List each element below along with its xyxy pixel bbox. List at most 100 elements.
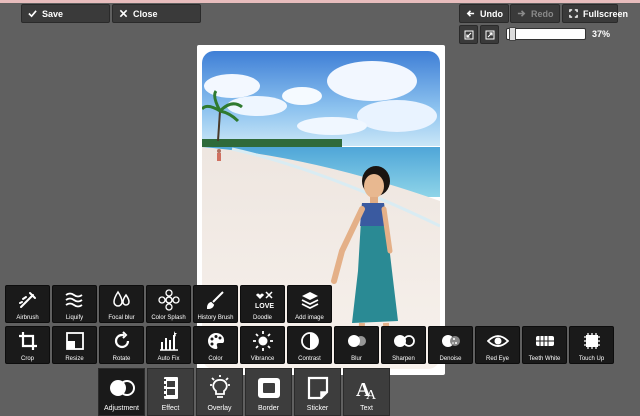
crop-icon	[17, 330, 39, 352]
tool-label: Focal blur	[108, 315, 135, 321]
category-adjustment[interactable]: Adjustment	[98, 368, 145, 416]
category-label: Border	[257, 405, 279, 412]
tool-color-splash[interactable]: Color Splash	[146, 285, 191, 323]
tool-label: Resize	[65, 356, 84, 362]
tool-touch-up[interactable]: Touch Up	[569, 326, 614, 364]
category-overlay[interactable]: Overlay	[196, 368, 243, 416]
fullscreen-button-label: Fullscreen	[583, 8, 629, 19]
sticker-icon	[304, 374, 332, 402]
undo-button-label: Undo	[480, 8, 503, 19]
adjustment-icon	[108, 374, 136, 402]
contrast-icon	[299, 330, 321, 352]
expand-icon	[485, 30, 494, 39]
zoom-slider[interactable]: 37%	[504, 25, 618, 43]
tool-label: Teeth White	[528, 356, 561, 362]
tool-label: Sharpen	[392, 356, 415, 362]
redo-button[interactable]: Redo	[510, 4, 560, 23]
arrow-right-icon	[517, 10, 526, 17]
save-button-label: Save	[42, 8, 64, 19]
category-label: Text	[360, 405, 373, 412]
tool-label: Doodle	[252, 315, 272, 321]
tool-teeth[interactable]: Teeth White	[522, 326, 567, 364]
zoom-track[interactable]	[506, 27, 586, 41]
tool-label: Auto Fix	[157, 356, 180, 362]
category-label: Overlay	[207, 405, 232, 412]
text-icon: AA	[353, 374, 381, 402]
tool-label: Crop	[20, 356, 34, 362]
top-accent-line	[0, 0, 640, 3]
tool-label: Touch Up	[578, 356, 605, 362]
rotate-icon	[111, 330, 133, 352]
vibrance-icon	[252, 330, 274, 352]
tool-label: Red Eye	[485, 356, 509, 362]
tool-doodle[interactable]: LOVE Doodle	[240, 285, 285, 323]
tool-history-brush[interactable]: History Brush	[193, 285, 238, 323]
tool-label: Blur	[351, 356, 362, 362]
tool-add-image[interactable]: Add image	[287, 285, 332, 323]
close-icon	[119, 9, 128, 18]
tool-label: Airbrush	[16, 315, 39, 321]
eye-icon	[486, 330, 509, 352]
blur-icon	[346, 330, 368, 352]
category-effect[interactable]: Effect	[147, 368, 194, 416]
zoom-actual-button[interactable]	[480, 25, 499, 44]
tool-airbrush[interactable]: Airbrush	[5, 285, 50, 323]
tool-focal-blur[interactable]: Focal blur	[99, 285, 144, 323]
add-image-icon	[299, 289, 321, 311]
tool-crop[interactable]: Crop	[5, 326, 50, 364]
svg-text:LOVE: LOVE	[255, 303, 274, 310]
fullscreen-button[interactable]: Fullscreen	[562, 4, 628, 23]
checkmark-icon	[28, 10, 37, 18]
auto-fix-icon	[158, 330, 180, 352]
focal-blur-icon	[111, 289, 133, 311]
history-brush-icon	[205, 289, 227, 311]
airbrush-icon	[17, 289, 39, 311]
zoom-fit-button[interactable]	[459, 25, 478, 44]
category-text[interactable]: A A Text	[343, 368, 390, 416]
category-label: Adjustment	[103, 405, 140, 412]
close-button[interactable]: Close	[112, 4, 201, 23]
tool-label: Rotate	[112, 356, 131, 362]
doodle-icon: LOVE	[252, 289, 274, 311]
category-label: Effect	[161, 405, 180, 412]
tool-palette[interactable]: Color	[193, 326, 238, 364]
lightbulb-icon	[206, 374, 234, 402]
tool-label: Color Splash	[151, 315, 186, 321]
resize-icon	[64, 330, 86, 352]
tool-label: Contrast	[298, 356, 321, 362]
denoise-icon	[440, 330, 462, 352]
tool-denoise[interactable]: Denoise	[428, 326, 473, 364]
category-border[interactable]: Border	[245, 368, 292, 416]
tool-rotate[interactable]: Rotate	[99, 326, 144, 364]
tool-resize[interactable]: Resize	[52, 326, 97, 364]
color-splash-icon	[157, 289, 180, 311]
zoom-thumb[interactable]	[509, 27, 516, 41]
tool-sharpen[interactable]: Sharpen	[381, 326, 426, 364]
tool-label: Vibrance	[250, 356, 275, 362]
svg-text:A: A	[366, 388, 377, 402]
touch-up-icon	[581, 330, 603, 352]
zoom-percent: 37%	[592, 29, 611, 39]
tool-auto-fix[interactable]: Auto Fix	[146, 326, 191, 364]
tool-liquify[interactable]: Liquify	[52, 285, 97, 323]
arrow-left-icon	[466, 10, 475, 17]
fullscreen-icon	[569, 9, 578, 18]
liquify-icon	[64, 289, 86, 311]
redo-button-label: Redo	[531, 8, 554, 19]
tool-label: Liquify	[65, 315, 84, 321]
save-button[interactable]: Save	[21, 4, 110, 23]
category-label: Sticker	[306, 405, 329, 412]
border-icon	[255, 374, 283, 402]
tool-eye[interactable]: Red Eye	[475, 326, 520, 364]
category-sticker[interactable]: Sticker	[294, 368, 341, 416]
tool-blur[interactable]: Blur	[334, 326, 379, 364]
tool-label: Add image	[295, 315, 324, 321]
shrink-icon	[464, 30, 473, 39]
tool-vibrance[interactable]: Vibrance	[240, 326, 285, 364]
tool-contrast[interactable]: Contrast	[287, 326, 332, 364]
undo-button[interactable]: Undo	[459, 4, 509, 23]
tool-label: Denoise	[439, 356, 462, 362]
palette-icon	[205, 330, 227, 352]
tool-label: Color	[208, 356, 223, 362]
sharpen-icon	[393, 330, 415, 352]
